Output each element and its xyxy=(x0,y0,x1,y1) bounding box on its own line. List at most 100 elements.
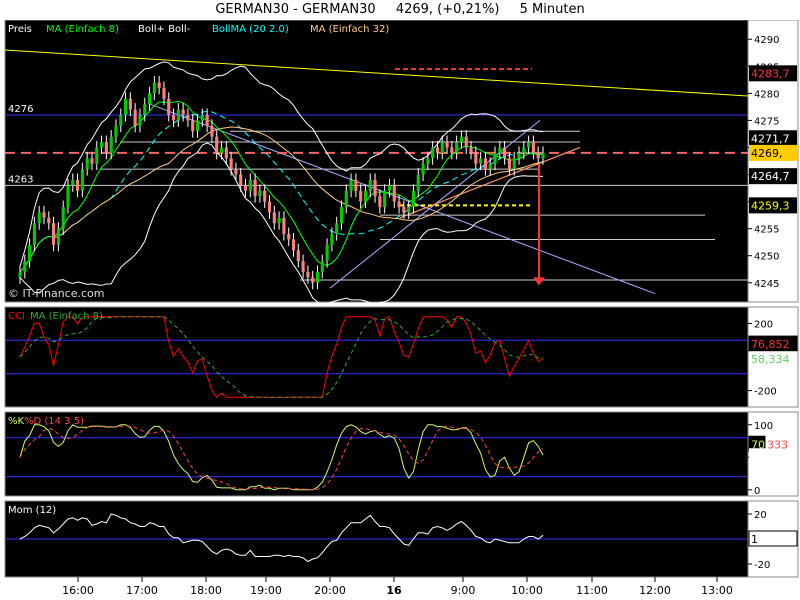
value-label: 4259,3 xyxy=(751,199,790,212)
candle xyxy=(138,115,142,126)
candle xyxy=(330,234,334,245)
candle xyxy=(47,217,51,224)
candle xyxy=(531,142,535,153)
candle xyxy=(224,147,228,159)
candle xyxy=(128,98,132,110)
panel-background xyxy=(4,306,749,408)
candle xyxy=(104,142,108,153)
candle xyxy=(109,136,113,153)
candle xyxy=(157,82,161,88)
candle xyxy=(147,93,152,105)
last-quote: 4269, (+0,21%) xyxy=(395,2,500,17)
candle xyxy=(383,190,387,207)
candle xyxy=(507,158,511,170)
candle xyxy=(339,207,344,224)
candle xyxy=(186,115,190,121)
candle xyxy=(239,174,243,186)
y-tick-label: 0 xyxy=(754,486,760,497)
candle xyxy=(503,147,507,159)
value-label: 1 xyxy=(751,533,758,546)
panel-3: 10050070333%K%D (14 3 5) xyxy=(4,411,799,497)
instrument-name: GERMAN30 - GERMAN30 xyxy=(215,2,376,17)
candle xyxy=(28,244,32,262)
candle xyxy=(455,142,459,153)
candle xyxy=(287,234,291,240)
value-label: 58,334 xyxy=(751,353,790,366)
y-tick-label: -200 xyxy=(754,387,777,398)
candle xyxy=(195,120,200,132)
candle xyxy=(85,158,89,170)
candle xyxy=(512,158,516,170)
candle xyxy=(243,185,248,191)
panel-background xyxy=(4,411,749,497)
candle xyxy=(407,207,411,213)
candle xyxy=(282,217,286,235)
legend-item: Boll+ Boll- xyxy=(138,24,191,35)
candle xyxy=(459,136,463,143)
candle xyxy=(354,179,358,191)
left-level-label: 4276 xyxy=(8,104,33,115)
candle xyxy=(71,179,75,186)
y-tick-label: 4290 xyxy=(754,35,779,46)
candle xyxy=(42,212,46,218)
x-tick-label: 16 xyxy=(386,584,402,597)
candle xyxy=(474,152,478,164)
time-interval: 5 Minuten xyxy=(519,2,585,17)
candle xyxy=(344,190,348,207)
candle xyxy=(469,147,473,153)
watermark: © IT-Finance.com xyxy=(8,287,105,300)
value-label: 4264,7 xyxy=(751,170,790,183)
candle xyxy=(325,244,329,262)
candle xyxy=(311,277,315,283)
candle xyxy=(267,201,272,213)
candle xyxy=(392,185,396,202)
candle xyxy=(397,201,401,207)
candle xyxy=(445,142,449,148)
legend-item: MA (Einfach 8) xyxy=(30,311,103,322)
legend-item: Mom (12) xyxy=(8,505,56,516)
y-tick-label: 4280 xyxy=(754,89,779,100)
candle xyxy=(181,109,185,115)
candle xyxy=(479,158,483,164)
candle xyxy=(517,152,521,159)
candle xyxy=(162,87,166,99)
y-tick-label: 20 xyxy=(754,510,767,521)
candle xyxy=(56,228,60,245)
candle xyxy=(498,147,502,153)
y-tick-label: 200 xyxy=(754,319,773,330)
candle xyxy=(171,115,176,121)
candle xyxy=(488,163,492,170)
value-label: 4283,7 xyxy=(751,67,790,80)
x-tick-label: 13:00 xyxy=(701,584,733,597)
candle xyxy=(522,147,526,153)
candle xyxy=(435,147,439,153)
candle xyxy=(291,239,296,251)
candle xyxy=(143,104,147,115)
candle xyxy=(421,163,425,175)
candle xyxy=(253,179,257,197)
candle xyxy=(100,142,104,148)
candle xyxy=(411,190,416,207)
panel-background xyxy=(4,20,749,303)
candle xyxy=(95,147,99,164)
candle xyxy=(315,271,320,283)
candle xyxy=(229,158,233,170)
y-tick-label: 4275 xyxy=(754,116,779,127)
candle xyxy=(133,109,137,126)
y-tick-label: 4245 xyxy=(754,279,779,290)
candle xyxy=(431,147,435,159)
y-tick-label: -20 xyxy=(754,560,770,571)
candle xyxy=(76,179,80,191)
candle xyxy=(277,217,281,224)
candle xyxy=(272,212,276,224)
candle xyxy=(80,169,84,191)
x-tick-label: 18:00 xyxy=(190,584,222,597)
candle xyxy=(152,82,156,94)
candle xyxy=(301,261,305,272)
candle xyxy=(527,142,531,148)
candle xyxy=(263,190,267,202)
candle xyxy=(258,190,262,197)
candle xyxy=(215,136,219,153)
candle xyxy=(119,115,123,126)
legend-item: %K xyxy=(8,416,25,427)
